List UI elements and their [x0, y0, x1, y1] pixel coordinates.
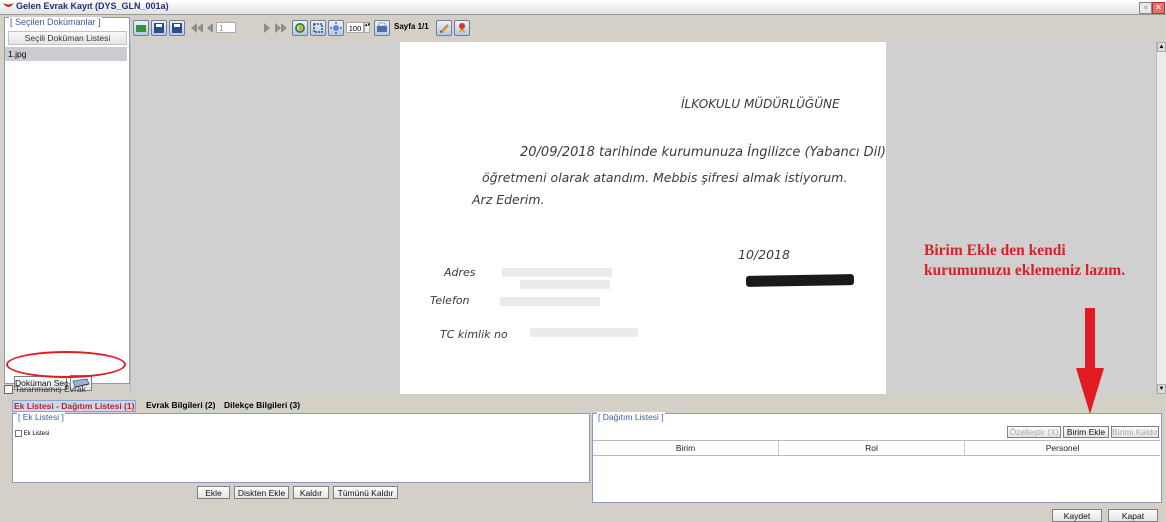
save-as-button[interactable] [169, 20, 185, 36]
printer-icon [377, 22, 387, 32]
distribution-list-panel: [ Dağıtım Listesi ] Özelleştir (X) Birim… [592, 412, 1162, 503]
doc-address-label: Adres [444, 266, 476, 279]
zoom-icon [330, 22, 342, 34]
app-logo-icon [3, 3, 14, 7]
blurred-address [502, 268, 612, 277]
doc-header: İLKOKULU MÜDÜRLÜĞÜNE [681, 97, 840, 111]
panel-legend: [ Ek Listesi ] [17, 412, 65, 422]
list-item[interactable]: 1.jpg [5, 47, 127, 61]
viewer-toolbar: 1 100 ▴▾ Sayfa 1/1 [130, 18, 490, 42]
fit-icon [313, 23, 323, 33]
attachment-list-panel: [ Ek Listesi ] Ek Listesi [12, 412, 590, 483]
remove-button[interactable]: Kaldır [293, 486, 329, 499]
remove-all-button[interactable]: Tümünü Kaldır [333, 486, 398, 499]
title-bar: Gelen Evrak Kayıt (DYS_GLN_001a) ▫ ✕ [0, 0, 1166, 15]
add-unit-button[interactable]: Birim Ekle [1063, 426, 1109, 438]
close-icon[interactable]: ✕ [1152, 2, 1165, 14]
tree-root[interactable]: Ek Listesi [15, 430, 49, 437]
add-from-disk-button[interactable]: Diskten Ekle [234, 486, 289, 499]
pencil-icon [440, 24, 449, 33]
rotate-button[interactable] [292, 20, 308, 36]
column-header-rol[interactable]: Rol [779, 441, 965, 455]
tree-root-label: Ek Listesi [23, 431, 50, 438]
previous-page-icon[interactable] [206, 22, 214, 34]
zoom-spinner-icon[interactable]: ▴▾ [364, 22, 370, 33]
distribution-grid-header: Birim Rol Personel [593, 440, 1160, 456]
doc-line: öğretmeni olarak atandım. Mebbis şifresi… [482, 170, 848, 185]
vertical-scrollbar[interactable]: ▲ ▼ [1156, 42, 1166, 394]
tab-dilekce-bilgileri[interactable]: Dilekçe Bilgileri (3) [224, 400, 300, 410]
open-button[interactable] [133, 20, 149, 36]
panel-legend: [ Seçilen Dokümanlar ] [9, 17, 102, 27]
tree-node-icon [15, 430, 22, 437]
panel-legend: [ Dağıtım Listesi ] [597, 412, 665, 422]
page-input[interactable]: 1 [216, 22, 236, 33]
floppy-icon [172, 23, 182, 33]
doc-date: 10/2018 [738, 247, 790, 262]
unscanned-label: Taranmamış Evrak [15, 384, 86, 394]
doc-line: Arz Ederim. [472, 192, 545, 207]
last-page-icon[interactable] [274, 22, 288, 34]
add-button[interactable]: Ekle [197, 486, 230, 499]
doc-tc-label: TC kimlik no [440, 328, 508, 341]
customize-button[interactable]: Özelleştir (X) [1007, 426, 1061, 438]
window-title: Gelen Evrak Kayıt (DYS_GLN_001a) [16, 1, 169, 11]
unscanned-checkbox[interactable] [4, 385, 13, 394]
doc-phone-label: Telefon [430, 294, 470, 307]
next-page-icon[interactable] [263, 22, 271, 34]
tab-ek-listesi[interactable]: Ek Listesi - Dağıtım Listesi (1) [12, 400, 137, 412]
column-header-personel[interactable]: Personel [965, 441, 1160, 455]
page-counter: Sayfa 1/1 [394, 22, 429, 31]
folder-icon [136, 25, 146, 32]
save-record-button[interactable]: Kaydet [1052, 509, 1102, 522]
highlight-oval [6, 351, 126, 378]
blurred-phone [500, 297, 600, 306]
blurred-tc [530, 328, 638, 337]
print-button[interactable] [374, 20, 390, 36]
scroll-up-icon[interactable]: ▲ [1157, 42, 1166, 52]
doc-line: 20/09/2018 tarihinde kurumunuza İngilizc… [520, 145, 886, 160]
selected-documents-panel: [ Seçilen Dokümanlar ] Seçili Doküman Li… [4, 17, 130, 391]
floppy-icon [154, 23, 164, 33]
column-header-birim[interactable]: Birim [593, 441, 779, 455]
rotate-icon [295, 23, 305, 33]
attachment-buttons: Ekle Diskten Ekle Kaldır Tümünü Kaldır [12, 484, 588, 500]
red-arrow-icon [1076, 308, 1104, 414]
fit-button[interactable] [310, 20, 326, 36]
scroll-down-icon[interactable]: ▼ [1157, 384, 1166, 394]
first-page-icon[interactable] [190, 22, 204, 34]
stamp-button[interactable] [454, 20, 470, 36]
instruction-annotation: Birim Ekle den kendi kurumunuzu eklemeni… [924, 242, 1126, 279]
tab-evrak-bilgileri[interactable]: Evrak Bilgileri (2) [146, 400, 215, 410]
document-page: İLKOKULU MÜDÜRLÜĞÜNE 20/09/2018 tarihind… [400, 42, 886, 394]
document-list-header: Seçili Doküman Listesi [8, 31, 127, 45]
close-window-button[interactable]: Kapat [1108, 509, 1158, 522]
remove-unit-button[interactable]: Birimi Kaldır [1111, 426, 1159, 438]
edit-button[interactable] [436, 20, 452, 36]
blurred-address [520, 280, 610, 289]
save-button[interactable] [151, 20, 167, 36]
zoom-input[interactable]: 100 [346, 22, 364, 33]
zoom-button[interactable] [328, 20, 344, 36]
redaction-mark [745, 274, 855, 287]
restore-icon[interactable]: ▫ [1139, 2, 1152, 14]
stamp-icon [459, 23, 465, 33]
